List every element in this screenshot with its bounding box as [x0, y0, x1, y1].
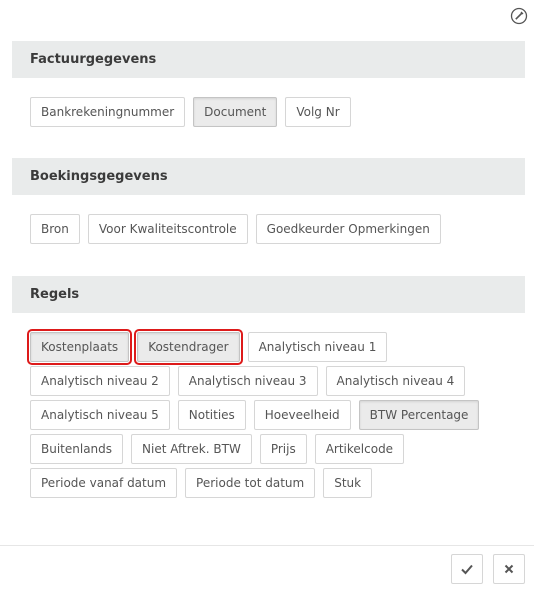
footer-divider — [0, 545, 534, 546]
kostendrager-button[interactable]: Kostendrager — [134, 329, 243, 365]
stuk-button[interactable]: Stuk — [323, 468, 373, 498]
section-title: Factuurgegevens — [30, 52, 157, 67]
section-header-boekingsgegevens: Boekingsgegevens — [12, 158, 525, 195]
hoeveelheid-button[interactable]: Hoeveelheid — [253, 400, 351, 430]
prijs-button[interactable]: Prijs — [259, 434, 307, 464]
confirm-button[interactable] — [451, 554, 483, 584]
analytisch-niveau-2-button[interactable]: Analytisch niveau 2 — [30, 366, 170, 396]
periode-tot-datum-button[interactable]: Periode tot datum — [185, 468, 316, 498]
analytisch-niveau-3-button[interactable]: Analytisch niveau 3 — [177, 366, 318, 396]
analytisch-niveau-5-button[interactable]: Analytisch niveau 5 — [30, 400, 170, 430]
edit-circle-icon[interactable] — [510, 7, 528, 25]
factuurgegevens-buttons: Bankrekeningnummer Document Volg Nr — [30, 97, 526, 127]
document-button[interactable]: Document — [193, 97, 278, 127]
goedkeurder-opmerkingen-button[interactable]: Goedkeurder Opmerkingen — [255, 214, 441, 244]
cancel-button[interactable] — [493, 554, 525, 584]
section-header-regels: Regels — [12, 276, 525, 313]
bron-button[interactable]: Bron — [30, 214, 80, 244]
niet-aftrek-btw-button[interactable]: Niet Aftrek. BTW — [131, 434, 252, 464]
section-title: Regels — [30, 287, 80, 302]
volg-nr-button[interactable]: Volg Nr — [285, 97, 351, 127]
periode-vanaf-datum-button[interactable]: Periode vanaf datum — [30, 468, 178, 498]
checkmark-icon — [461, 564, 473, 575]
regels-buttons: Kostenplaats Kostendrager Analytisch nivea… — [26, 329, 526, 498]
section-header-factuurgegevens: Factuurgegevens — [12, 41, 525, 78]
artikelcode-button[interactable]: Artikelcode — [314, 434, 405, 464]
buitenlands-button[interactable]: Buitenlands — [30, 434, 124, 464]
kostenplaats-button[interactable]: Kostenplaats — [26, 329, 133, 365]
section-title: Boekingsgegevens — [30, 169, 168, 184]
bankrekeningnummer-button[interactable]: Bankrekeningnummer — [30, 97, 186, 127]
analytisch-niveau-1-button[interactable]: Analytisch niveau 1 — [247, 332, 388, 362]
notities-button[interactable]: Notities — [177, 400, 246, 430]
btw-percentage-button[interactable]: BTW Percentage — [358, 400, 480, 430]
analytisch-niveau-4-button[interactable]: Analytisch niveau 4 — [325, 366, 466, 396]
voor-kwaliteitscontrole-button[interactable]: Voor Kwaliteitscontrole — [87, 214, 248, 244]
close-icon — [504, 564, 514, 574]
boekingsgegevens-buttons: Bron Voor Kwaliteitscontrole Goedkeurder O… — [30, 214, 526, 244]
